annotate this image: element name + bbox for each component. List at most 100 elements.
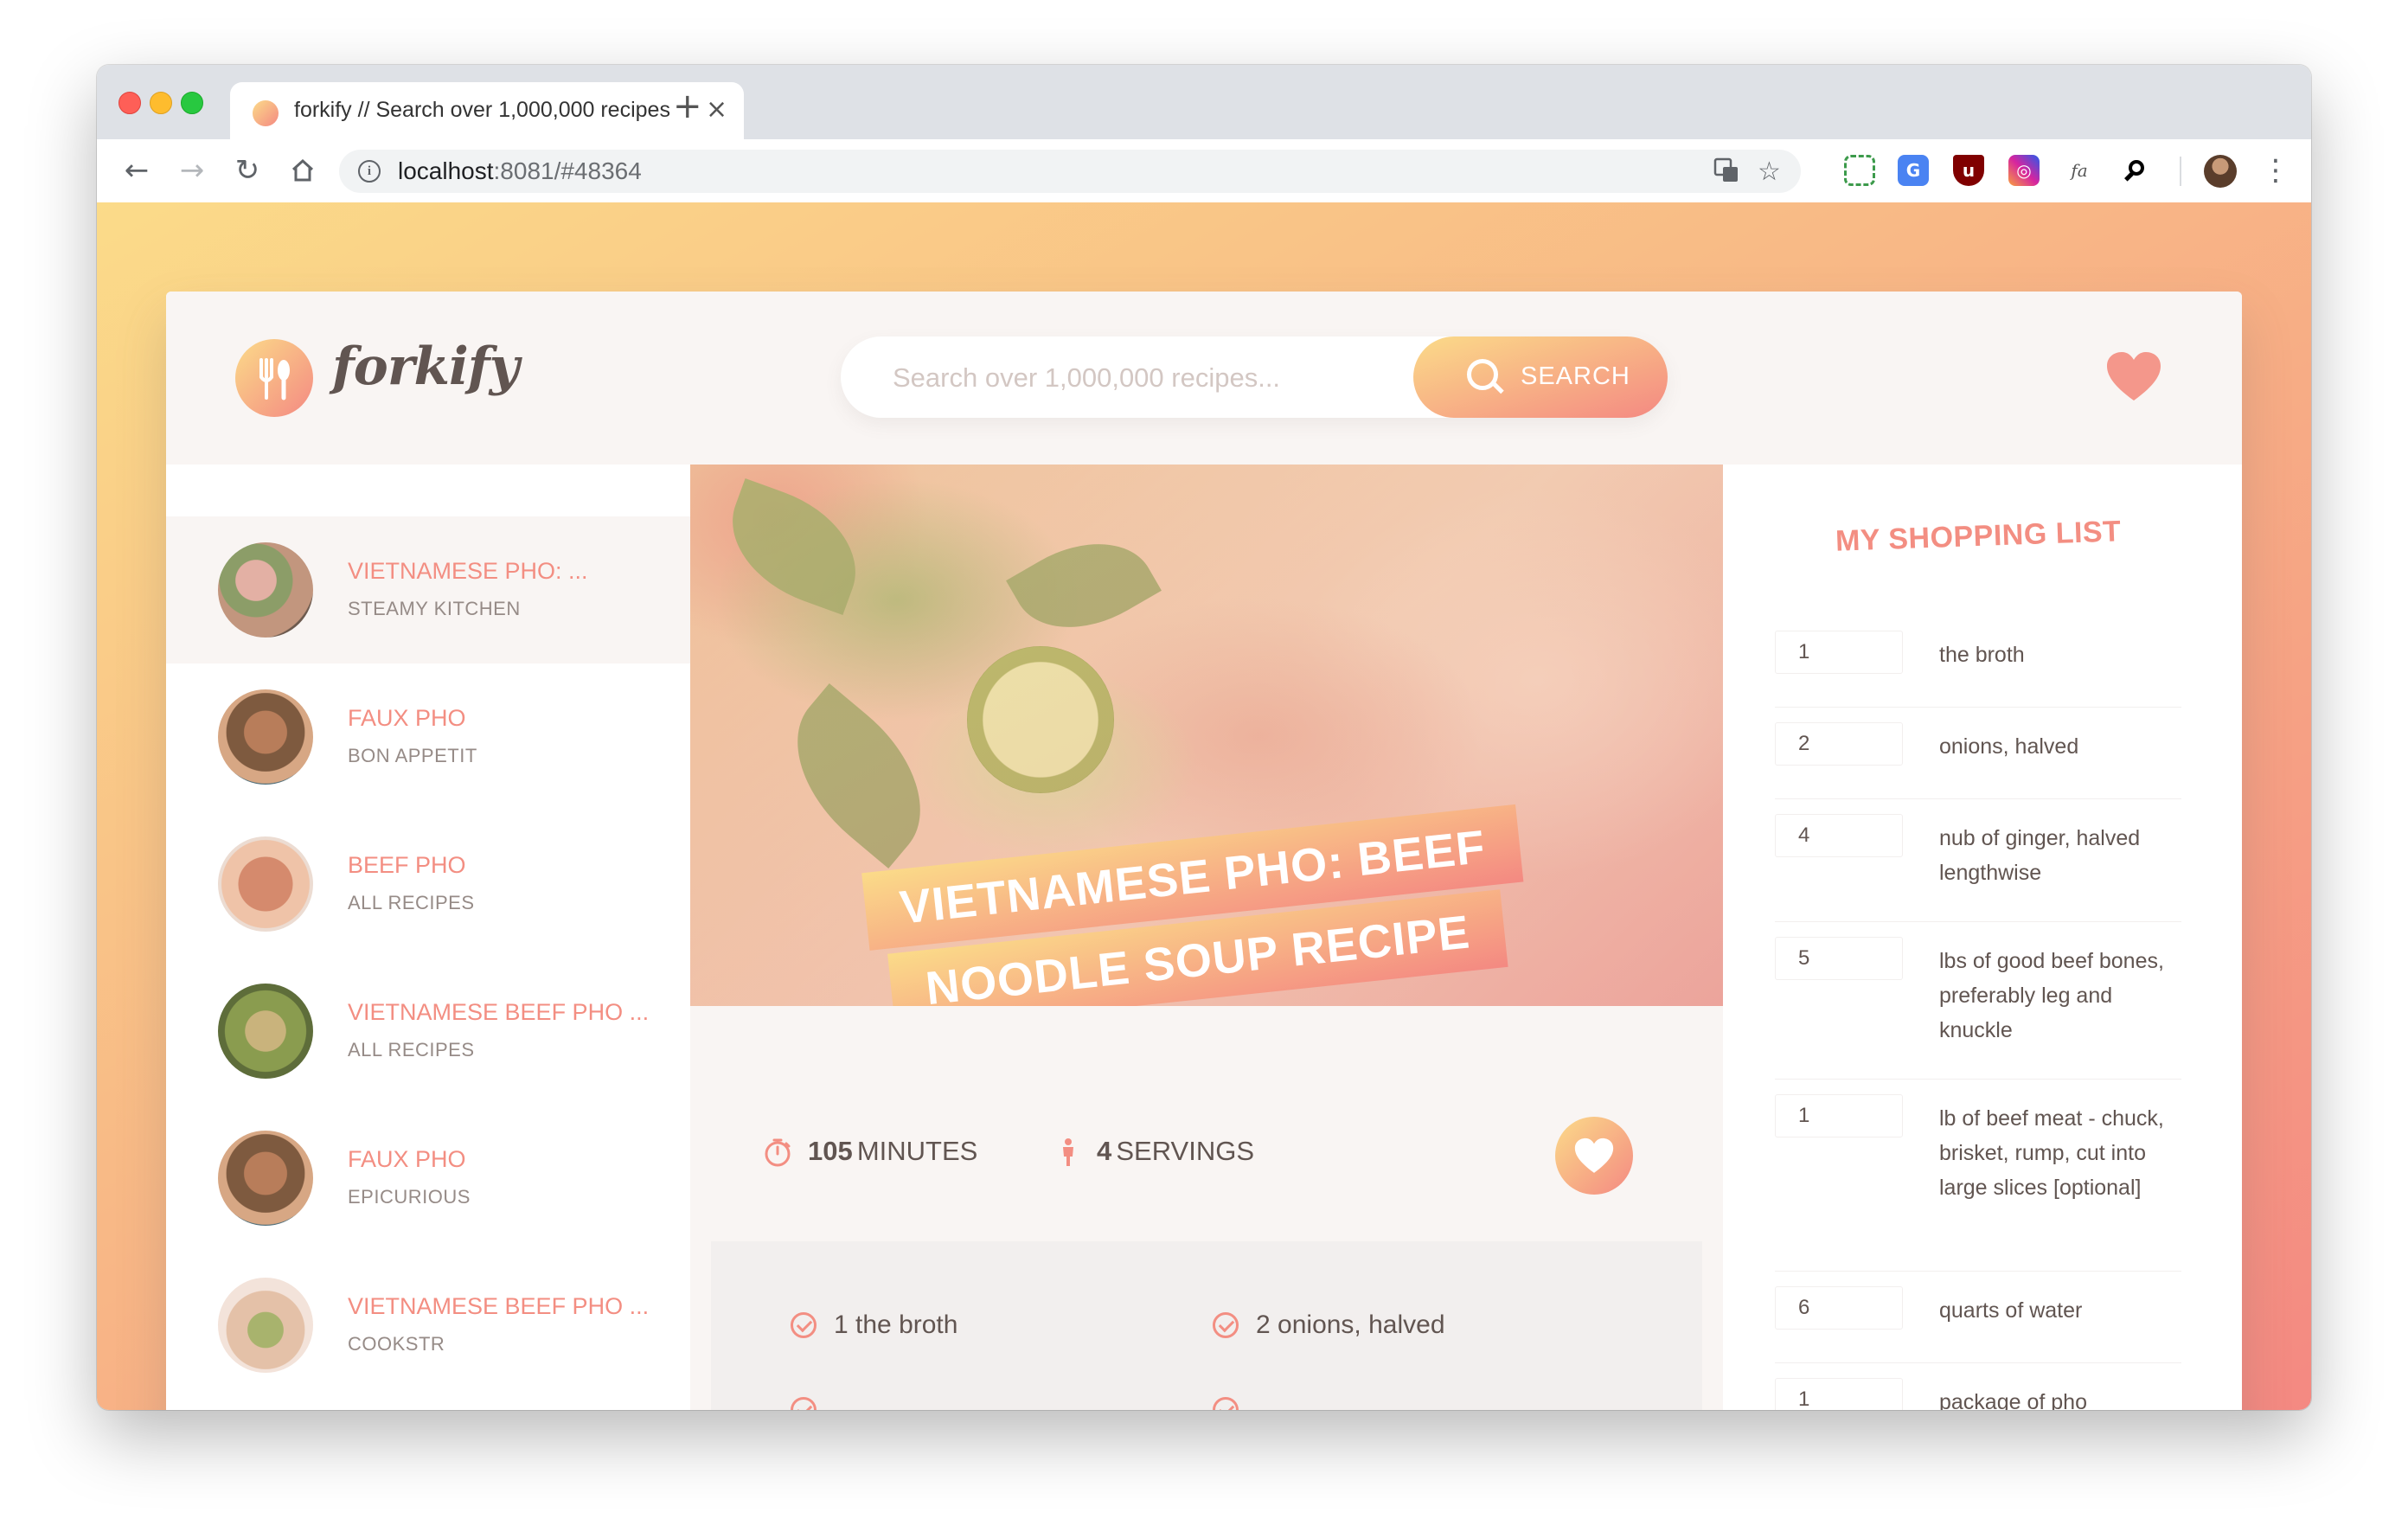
result-name: Faux Pho — [348, 705, 466, 731]
menu-kebab-icon[interactable]: ⋮ — [2261, 151, 2290, 189]
result-thumbnail — [218, 1278, 313, 1373]
shopping-item: the broth — [1775, 631, 2181, 708]
servings: 4 servings — [1097, 1136, 1254, 1167]
like-recipe-button[interactable] — [1555, 1117, 1633, 1195]
toolbar-separator — [2180, 157, 2181, 186]
shopping-item-description: lbs of good beef bones, preferably leg a… — [1939, 949, 2164, 1042]
close-tab-icon[interactable]: × — [706, 94, 727, 125]
ingredient-count: 2 — [1256, 1311, 1271, 1339]
shopping-item-description: nub of ginger, halved lengthwise — [1939, 826, 2141, 885]
search-button-label: SEARCH — [1521, 362, 1630, 390]
google-translate-extension-icon[interactable]: G — [1898, 155, 1929, 186]
logo-wordmark: forkify — [332, 336, 519, 397]
screenshot-extension-icon[interactable] — [1844, 155, 1875, 186]
browser-window: forkify // Search over 1,000,000 recipes… — [97, 65, 2311, 1410]
minimize-window-button[interactable] — [150, 92, 172, 114]
shopping-item-count[interactable] — [1775, 631, 1903, 674]
result-item[interactable]: Vietnamese Pho: ... Steamy Kitchen — [166, 516, 690, 663]
shopping-item-count[interactable] — [1775, 937, 1903, 980]
ingredient-text: onions, halved — [1278, 1311, 1445, 1339]
recipe-details: 105 minutes 4 servings — [690, 1006, 1723, 1241]
search-button[interactable]: SEARCH — [1413, 336, 1668, 418]
result-item[interactable]: Vietnamese Beef Pho ... Cookstr — [166, 1252, 690, 1399]
minutes-value: 105 — [808, 1136, 853, 1166]
result-name: Vietnamese Beef Pho ... — [348, 999, 650, 1025]
shopping-item-description: package of pho — [1939, 1390, 2087, 1410]
translate-icon[interactable] — [1713, 157, 1740, 191]
result-item[interactable]: Faux Pho Epicurious — [166, 1105, 690, 1252]
shopping-list-panel: My Shopping List the broth onions, halve… — [1723, 465, 2242, 1410]
servings-value: 4 — [1097, 1136, 1112, 1166]
shopping-item: quarts of water — [1775, 1286, 2181, 1363]
shopping-item-description: onions, halved — [1939, 734, 2079, 759]
shopping-item-count[interactable] — [1775, 722, 1903, 766]
shopping-item-count[interactable] — [1775, 1378, 1903, 1410]
recipe-image: Vietnamese Pho: Beef Noodle Soup Recipe — [690, 465, 1723, 1006]
shopping-item-description: quarts of water — [1939, 1298, 2083, 1323]
font-awesome-extension-icon[interactable]: fa — [2064, 155, 2095, 186]
shopping-item: onions, halved — [1775, 722, 2181, 799]
ingredient-text: the broth — [855, 1311, 958, 1339]
forkify-app: forkify SEARCH Vietnamese Pho: ... — [166, 292, 2242, 1410]
search-form: SEARCH — [841, 336, 1668, 420]
result-thumbnail — [218, 689, 313, 785]
url-text[interactable]: localhost:8081/#48364 — [398, 157, 642, 185]
result-name: Vietnamese Beef Pho ... — [348, 1293, 650, 1319]
result-item[interactable]: Vietnamese Beef Pho ... All Recipes — [166, 958, 690, 1105]
result-name: Beef Pho — [348, 852, 466, 878]
site-info-icon[interactable]: i — [358, 160, 381, 183]
search-input[interactable] — [841, 336, 1431, 420]
ingredients-list: 1 the broth 2 onions, halved — [711, 1241, 1702, 1410]
checkmark-icon — [791, 1312, 817, 1338]
shopping-item: nub of ginger, halved lengthwise — [1775, 814, 2181, 922]
shopping-list-title: My Shopping List — [1835, 515, 2122, 558]
result-author: Bon Appetit — [348, 745, 477, 766]
address-bar[interactable]: i localhost:8081/#48364 ☆ — [339, 150, 1801, 193]
back-arrow-icon[interactable]: ← — [118, 151, 156, 189]
tab-title: forkify // Search over 1,000,000 recipes — [294, 98, 670, 122]
result-item[interactable]: Faux Pho Bon Appetit — [166, 663, 690, 811]
shopping-item-count[interactable] — [1775, 814, 1903, 857]
result-author: All Recipes — [348, 1039, 475, 1061]
maximize-window-button[interactable] — [181, 92, 203, 114]
result-item[interactable]: Beef Pho All Recipes — [166, 811, 690, 958]
shopping-item-description: the broth — [1939, 643, 2025, 667]
forkify-logo-icon — [235, 339, 313, 417]
shopping-item: lbs of good beef bones, preferably leg a… — [1775, 937, 2181, 1080]
shopping-item-description: lb of beef meat - chuck, brisket, rump, … — [1939, 1106, 2164, 1200]
ingredient-count: 1 — [834, 1311, 849, 1339]
minutes-label: minutes — [856, 1136, 978, 1166]
close-window-button[interactable] — [118, 92, 141, 114]
browser-tab[interactable]: forkify // Search over 1,000,000 recipes… — [230, 82, 744, 139]
result-author: All Recipes — [348, 892, 475, 913]
result-name: Vietnamese Pho: ... — [348, 558, 588, 584]
checkmark-icon — [1213, 1312, 1239, 1338]
ublock-extension-icon[interactable]: u — [1953, 155, 1984, 186]
checkmark-icon — [791, 1397, 817, 1410]
ingredient-item: 1 the broth — [834, 1311, 957, 1340]
cooking-time: 105 minutes — [808, 1136, 977, 1167]
result-name: Faux Pho — [348, 1146, 466, 1172]
bookmark-star-icon[interactable]: ☆ — [1758, 157, 1781, 187]
page-viewport: forkify SEARCH Vietnamese Pho: ... — [97, 202, 2311, 1410]
stopwatch-icon — [765, 1138, 791, 1167]
profile-avatar[interactable] — [2204, 155, 2237, 188]
reload-icon[interactable]: ↻ — [228, 151, 266, 189]
search-results-panel: Vietnamese Pho: ... Steamy Kitchen Faux … — [166, 465, 690, 1410]
shopping-item-count[interactable] — [1775, 1286, 1903, 1330]
shopping-item-count[interactable] — [1775, 1094, 1903, 1137]
person-icon — [1063, 1138, 1073, 1166]
result-thumbnail — [218, 542, 313, 638]
app-header: forkify SEARCH — [166, 292, 2242, 465]
checkmark-icon — [1213, 1397, 1239, 1410]
magnifier-extension-icon[interactable] — [2119, 155, 2150, 186]
heart-icon — [1574, 1137, 1614, 1173]
new-tab-button[interactable]: + — [673, 89, 702, 124]
shopping-item: package of pho — [1775, 1378, 2181, 1410]
likes-heart-icon[interactable] — [2104, 349, 2164, 409]
forward-arrow-icon[interactable]: → — [173, 151, 211, 189]
instagram-extension-icon[interactable]: ◎ — [2008, 155, 2040, 186]
servings-label: servings — [1116, 1136, 1254, 1166]
home-icon[interactable] — [284, 151, 322, 189]
ingredient-item: 2 onions, halved — [1256, 1311, 1445, 1340]
